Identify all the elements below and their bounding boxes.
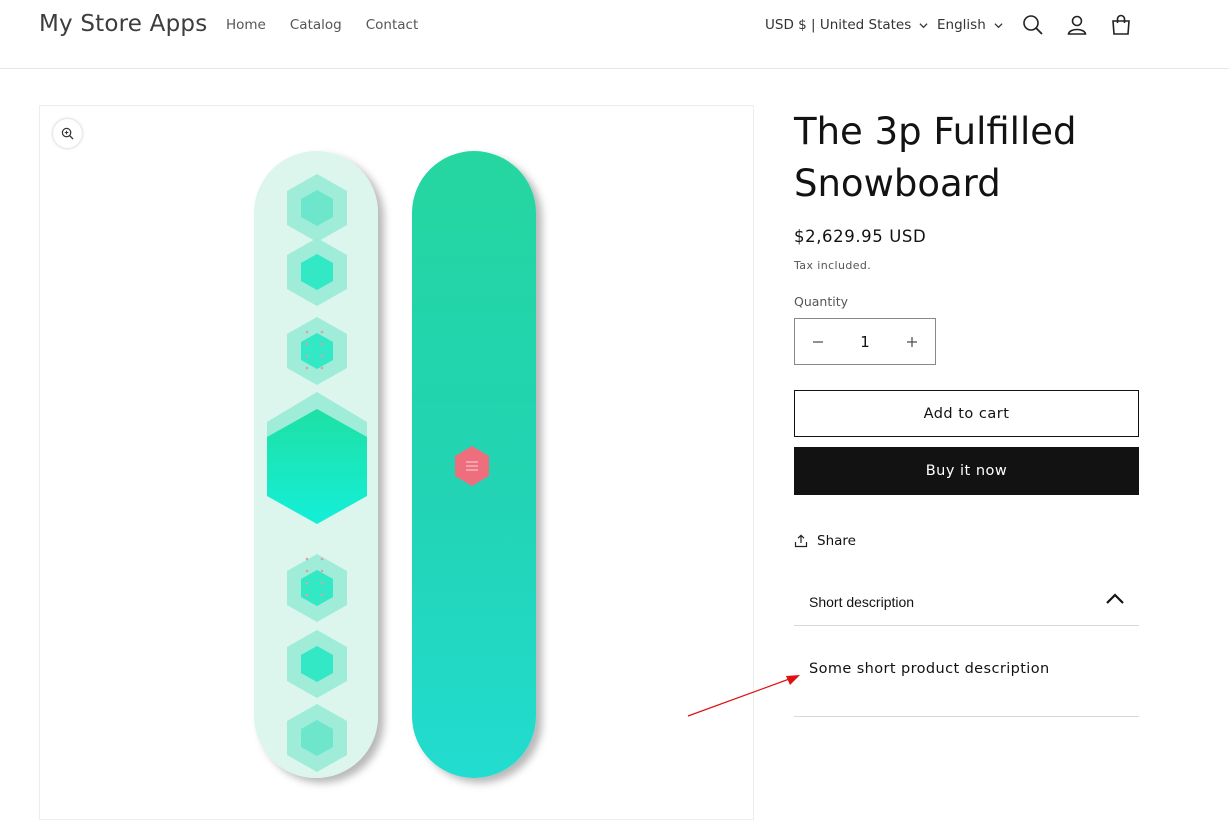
language-selector[interactable]: English (937, 17, 1003, 33)
site-header: My Store Apps Home Catalog Contact USD $… (0, 0, 1229, 69)
quantity-decrease-button[interactable] (795, 319, 841, 364)
currency-label: USD $ | United States (765, 17, 912, 33)
search-icon[interactable] (1021, 13, 1045, 37)
accordion-short-description[interactable]: Short description (794, 578, 1139, 626)
product-media[interactable] (39, 105, 754, 820)
nav-home[interactable]: Home (226, 17, 266, 33)
quantity-increase-button[interactable] (889, 319, 935, 364)
snowboard-top (254, 151, 378, 778)
share-label: Share (817, 533, 856, 549)
cart-icon[interactable] (1109, 13, 1133, 37)
chevron-up-icon (1106, 593, 1124, 604)
accordion-title: Short description (809, 594, 915, 610)
annotation-arrow (687, 675, 800, 717)
chevron-down-icon (994, 22, 1003, 28)
quantity-label: Quantity (794, 294, 849, 309)
divider (794, 716, 1139, 717)
snowboard-base (412, 151, 536, 778)
plus-icon (907, 336, 917, 347)
zoom-button[interactable] (53, 119, 82, 148)
quantity-stepper: 1 (794, 318, 936, 365)
account-icon[interactable] (1065, 13, 1089, 37)
product-price: $2,629.95 USD (794, 227, 927, 246)
share-button[interactable]: Share (794, 533, 856, 549)
language-label: English (937, 17, 986, 33)
chevron-down-icon (919, 22, 928, 28)
zoom-icon (61, 127, 74, 140)
quantity-input[interactable]: 1 (841, 333, 889, 351)
product-title: The 3p Fulfilled Snowboard (794, 110, 1077, 205)
buy-now-button[interactable]: Buy it now (794, 447, 1139, 495)
add-to-cart-button[interactable]: Add to cart (794, 390, 1139, 437)
minus-icon (813, 340, 823, 343)
accordion-content: Some short product description (809, 661, 1050, 677)
main-nav: Home Catalog Contact (226, 17, 418, 33)
currency-selector[interactable]: USD $ | United States (765, 17, 928, 33)
product-image-snowboards (254, 151, 536, 778)
nav-catalog[interactable]: Catalog (290, 17, 342, 33)
share-icon (794, 534, 808, 548)
nav-contact[interactable]: Contact (366, 17, 419, 33)
store-logo[interactable]: My Store Apps (39, 11, 207, 37)
tax-note: Tax included. (794, 259, 872, 272)
